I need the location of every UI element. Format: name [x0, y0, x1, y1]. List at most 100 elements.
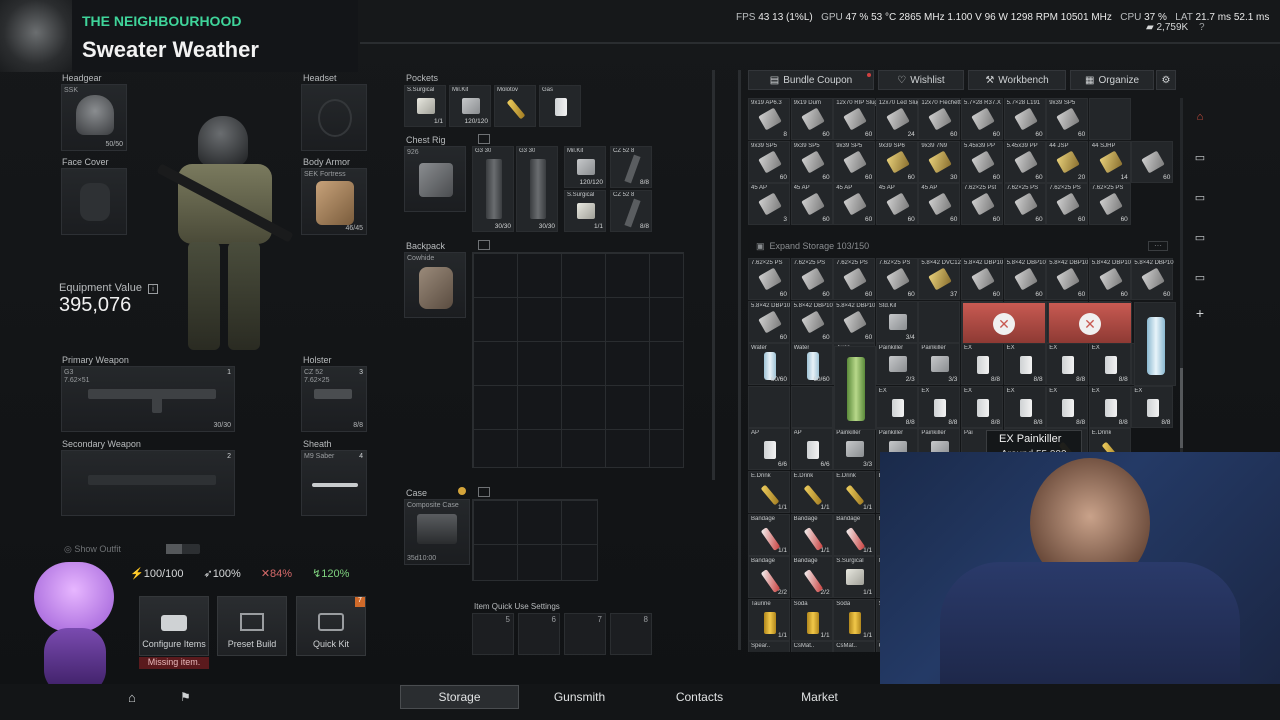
storage-item[interactable]: 44 JSP 20: [1046, 140, 1089, 183]
storage-item[interactable]: S.Surgical 1/1: [833, 556, 876, 599]
storage-item[interactable]: 9x39 SP5 60: [833, 140, 876, 183]
rig-item[interactable]: Mil.Kit 120/120: [564, 146, 606, 188]
storage-item[interactable]: 7.62×25 PS 60: [833, 258, 876, 300]
preset-build-button[interactable]: Preset Build: [217, 596, 287, 656]
storage-item[interactable]: 7.62×25 PS 60: [875, 258, 918, 300]
juice-item[interactable]: [834, 346, 876, 430]
backpack-slot[interactable]: Cowhide: [404, 252, 466, 318]
tab-gunsmith[interactable]: Gunsmith: [520, 685, 639, 709]
storage-item[interactable]: EX 8/8: [1046, 385, 1089, 428]
home-icon[interactable]: ⌂: [1188, 104, 1212, 130]
storage-item[interactable]: 5.8×42 DBP10 60: [1131, 258, 1174, 300]
storage-item[interactable]: 5.8×42 DBP10 60: [1046, 258, 1088, 300]
storage-item[interactable]: EX 8/8: [1088, 343, 1131, 386]
bundle-coupon-button[interactable]: ▤ Bundle Coupon: [748, 70, 874, 90]
storage-item[interactable]: [1088, 98, 1131, 140]
quick-use-slot-7[interactable]: 7: [564, 613, 606, 655]
storage-item[interactable]: 44 SJHP 14: [1088, 140, 1131, 183]
storage-tab-icon-3[interactable]: ▭: [1188, 224, 1212, 250]
rig-item[interactable]: S.Surgical 1/1: [564, 190, 606, 232]
storage-item[interactable]: 5.8×42 DVC12 37: [918, 258, 961, 300]
storage-item[interactable]: 5.8×42 DBP10 60: [748, 300, 790, 343]
headset-slot[interactable]: [301, 84, 367, 151]
expand-storage-bar[interactable]: ▣ Expand Storage 103/150 ···: [748, 237, 1172, 255]
case-lock-icon[interactable]: [478, 487, 490, 497]
body-armor-slot[interactable]: SEK Fortress 46/45: [301, 168, 367, 235]
storage-item[interactable]: E.Drink 1/1: [833, 471, 876, 513]
rifle-magazine-item[interactable]: G3 30 30/30: [472, 146, 514, 232]
lock-icon[interactable]: [478, 134, 490, 144]
storage-item[interactable]: EX 8/8: [1046, 343, 1089, 386]
rig-item[interactable]: CZ 52 8 8/8: [610, 190, 652, 232]
first-aid-pack-item[interactable]: ✕: [1048, 302, 1132, 344]
storage-item[interactable]: Bandage 2/2: [790, 556, 833, 599]
storage-item[interactable]: 9x39 7N9 30: [918, 140, 961, 183]
rifle-magazine-item[interactable]: G3 30 30/30: [516, 146, 558, 232]
storage-item[interactable]: CsMat..: [833, 641, 876, 652]
add-tab-icon[interactable]: +: [1188, 300, 1212, 326]
storage-item[interactable]: 5.45x39 PP 60: [961, 140, 1003, 183]
storage-item[interactable]: 12x70 Flechette 60: [918, 98, 961, 140]
storage-item[interactable]: 7.62×25 PS 60: [790, 258, 833, 300]
storage-item[interactable]: Bandage 2/2: [748, 556, 790, 599]
primary-weapon-slot[interactable]: G3 7.62×51 1 30/30: [61, 366, 235, 432]
storage-item[interactable]: 9x19 Dum 60: [790, 98, 833, 140]
storage-item[interactable]: EX 8/8: [918, 385, 961, 428]
storage-item[interactable]: Taurine 1/1: [748, 598, 790, 641]
storage-item[interactable]: EX 8/8: [1088, 385, 1131, 428]
headgear-slot[interactable]: SSK 50/50: [61, 84, 127, 151]
storage-item[interactable]: Painkiller 2/3: [875, 343, 918, 386]
storage-item[interactable]: Painkiller 3/3: [918, 343, 961, 386]
storage-item[interactable]: [918, 300, 961, 343]
storage-item[interactable]: 7.62×25 PS 60: [1046, 183, 1089, 226]
water-item[interactable]: [1134, 302, 1176, 386]
storage-item[interactable]: Gas: [539, 85, 581, 127]
lock-icon[interactable]: [478, 240, 490, 250]
storage-item[interactable]: 45 AP 3: [748, 183, 790, 226]
quick-use-slot-5[interactable]: 5: [472, 613, 514, 655]
storage-item[interactable]: AP 6/6: [748, 428, 790, 471]
storage-item[interactable]: 7.62×25 PS 60: [1003, 183, 1046, 226]
storage-item[interactable]: 45 AP 60: [918, 183, 961, 226]
storage-item[interactable]: Painkiller 3/3: [833, 428, 876, 471]
storage-item[interactable]: [790, 385, 833, 428]
storage-item[interactable]: Std.Kit 3/4: [875, 300, 918, 343]
storage-item[interactable]: 9x39 SP5 60: [748, 140, 790, 183]
holster-slot[interactable]: CZ 52 7.62×25 3 8/8: [301, 366, 367, 432]
storage-item[interactable]: 9x19 AP6.3 8: [748, 98, 790, 140]
workbench-button[interactable]: ⚒ Workbench: [968, 70, 1066, 90]
case-grid[interactable]: [472, 499, 598, 581]
storage-item[interactable]: Bandage 1/1: [790, 513, 833, 556]
storage-tab-icon-4[interactable]: ▭: [1188, 264, 1212, 290]
storage-item[interactable]: 45 AP 60: [790, 183, 833, 226]
storage-item[interactable]: EX 8/8: [1003, 385, 1046, 428]
storage-item[interactable]: 5.8×42 DBP10 60: [1003, 258, 1046, 300]
info-icon[interactable]: i: [148, 284, 159, 294]
configure-items-button[interactable]: Configure Items: [139, 596, 209, 656]
storage-item[interactable]: [748, 385, 790, 428]
wishlist-button[interactable]: ♡ Wishlist: [878, 70, 964, 90]
storage-item[interactable]: EX 8/8: [1003, 343, 1046, 386]
quick-kit-button[interactable]: Quick Kit 7: [296, 596, 366, 656]
storage-item[interactable]: Spear..: [748, 641, 790, 652]
storage-item[interactable]: 9x39 SP5 60: [1046, 98, 1089, 140]
storage-item[interactable]: EX 8/8: [875, 385, 918, 428]
storage-item[interactable]: 9x39 SP6 60: [875, 140, 918, 183]
organize-button[interactable]: ▦ Organize: [1070, 70, 1154, 90]
storage-item[interactable]: 45 AP 60: [875, 183, 918, 226]
storage-item[interactable]: Bandage 1/1: [748, 513, 790, 556]
storage-item[interactable]: 12x70 RIP Slug 60: [833, 98, 876, 140]
storage-item[interactable]: 5.8×42 DBP10 60: [833, 300, 875, 343]
storage-item[interactable]: EX 8/8: [1131, 385, 1174, 428]
storage-item[interactable]: Soda 1/1: [833, 598, 876, 641]
storage-item[interactable]: 60: [1131, 140, 1174, 183]
storage-item[interactable]: Soda 1/1: [790, 598, 833, 641]
storage-item[interactable]: S.Surgical 1/1: [404, 85, 446, 127]
tab-storage[interactable]: Storage: [400, 685, 519, 709]
storage-item[interactable]: 5.7×28 L191 60: [1003, 98, 1046, 140]
storage-item[interactable]: E.Drink 1/1: [748, 471, 790, 513]
storage-item[interactable]: Bandage 1/1: [833, 513, 876, 556]
storage-item[interactable]: E.Drink 1/1: [790, 471, 833, 513]
help-icon[interactable]: ?: [1199, 22, 1205, 33]
storage-item[interactable]: Water 60/60: [748, 343, 790, 386]
